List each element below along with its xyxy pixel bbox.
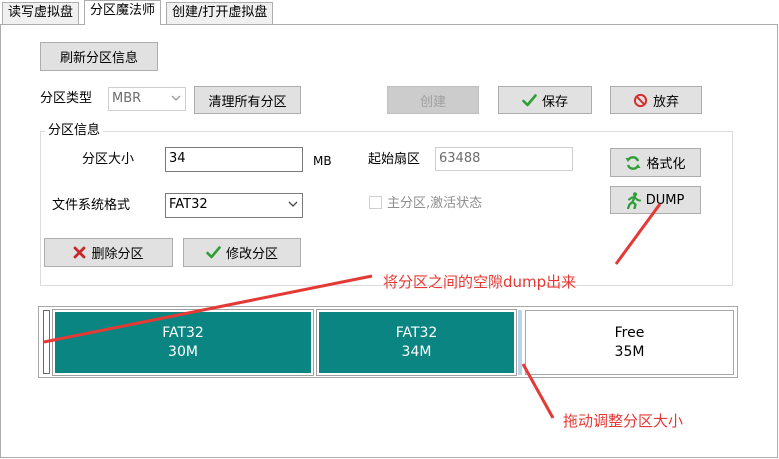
tab-partition-wizard[interactable]: 分区魔法师 [84, 0, 162, 25]
annotation-arrow-line [43, 274, 373, 344]
resize-annotation-note: 拖动调整分区大小 [563, 412, 684, 430]
annotation-overlay [43, 203, 662, 419]
annotation-arrow-line [614, 203, 662, 265]
dump-annotation-note: 将分区之间的空隙dump出来 [383, 273, 577, 291]
annotation-arrow-line [521, 363, 555, 419]
